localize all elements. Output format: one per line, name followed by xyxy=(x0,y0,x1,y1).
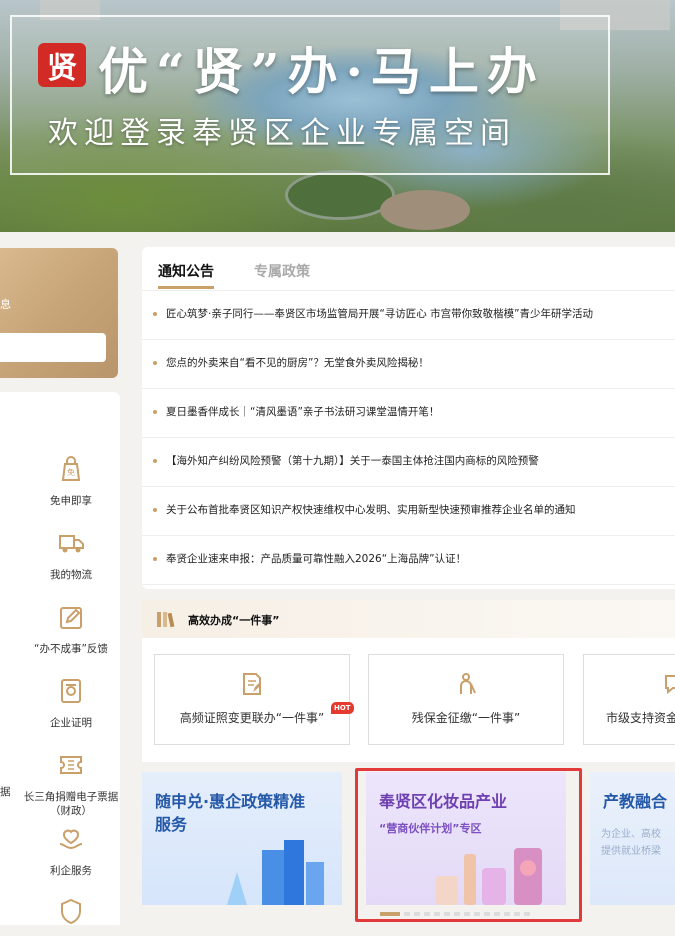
carousel-dot[interactable] xyxy=(464,912,470,916)
park-ring xyxy=(285,170,395,220)
cosmetics-illustration xyxy=(436,848,542,905)
one-thing-card-city-fund[interactable]: 市级支持资金 xyxy=(583,654,675,745)
promo-desc-line2: 提供就业桥梁 xyxy=(601,846,661,857)
service-label: “办不成事”反馈 xyxy=(34,643,108,655)
banner-title: 优“贤”办·马上办 xyxy=(98,42,545,101)
tab-exclusive-policy[interactable]: 专属政策 xyxy=(254,261,310,281)
news-item[interactable]: 夏日墨香伴成长｜“清风墨语”亲子书法研习课堂温情开笔！ xyxy=(142,389,675,438)
promo-industry-education[interactable]: 产教融合 为企业、高校 提供就业桥梁 xyxy=(590,772,675,905)
carousel-dot[interactable] xyxy=(474,912,480,916)
news-title: 夏日墨香伴成长｜“清风墨语”亲子书法研习课堂温情开笔！ xyxy=(166,406,440,418)
service-label: 我的物流 xyxy=(50,569,92,581)
promo-title: 产教融合 xyxy=(603,792,668,811)
carousel-dot[interactable] xyxy=(504,912,510,916)
shield-icon xyxy=(61,898,81,925)
carousel-indicator[interactable] xyxy=(380,912,530,916)
bullet-icon xyxy=(153,508,157,512)
service-label-partial: 据 xyxy=(0,786,11,798)
service-certificate[interactable]: 企业证明 xyxy=(21,676,121,730)
building-illustration xyxy=(227,840,324,905)
service-feedback[interactable]: “办不成事”反馈 xyxy=(21,602,121,656)
card-label: 高频证照变更联办“一件事” xyxy=(179,711,325,725)
promo-title-line2: 服务 xyxy=(155,815,188,834)
bullet-icon xyxy=(153,459,157,463)
bullet-icon xyxy=(153,312,157,316)
service-label: 利企服务 xyxy=(50,865,92,877)
user-card-hint: 息 xyxy=(0,298,11,311)
promo-policy-service[interactable]: 随申兑·惠企政策精准 服务 xyxy=(142,772,342,905)
news-item[interactable]: 匠心筑梦·亲子同行——奉贤区市场监管局开展“寻访匠心 市宫带你致敬楷模”青少年研… xyxy=(142,291,675,340)
bullet-icon xyxy=(153,361,157,365)
certificate-icon xyxy=(61,679,81,703)
service-label: 长三角捐赠电子票据（财政） xyxy=(23,791,119,817)
one-thing-title: 高效办成“一件事” xyxy=(188,614,280,627)
news-title: 奉贤企业速来申报：产品质量可靠性融入2026“上海品牌”认证！ xyxy=(166,553,467,565)
carousel-dot[interactable] xyxy=(524,912,530,916)
one-thing-section: 高效办成“一件事” 高频证照变更联办“一件事” HOT 残保金征缴“一件事” 市… xyxy=(142,600,675,762)
handshake-icon xyxy=(59,829,83,850)
notice-panel: 通知公告 专属政策 匠心筑梦·亲子同行——奉贤区市场监管局开展“寻访匠心 市宫带… xyxy=(142,247,675,589)
park-building xyxy=(380,190,470,230)
carousel-dot-active[interactable] xyxy=(380,912,400,916)
service-label: 企业证明 xyxy=(50,717,92,729)
service-label: 免申即享 xyxy=(50,495,92,507)
carousel-dot[interactable] xyxy=(434,912,440,916)
service-exempt-apply[interactable]: 免 免申即享 xyxy=(21,454,121,508)
promo-cosmetics-industry[interactable]: 奉贤区化妆品产业 “营商伙伴计划”专区 xyxy=(366,772,566,905)
notice-tabs: 通知公告 专属政策 xyxy=(142,247,675,291)
bullet-icon xyxy=(153,557,157,561)
carousel-dot[interactable] xyxy=(494,912,500,916)
ticket-icon xyxy=(60,756,82,774)
carousel-dot[interactable] xyxy=(404,912,410,916)
carousel-dot[interactable] xyxy=(454,912,460,916)
hot-badge: HOT xyxy=(331,702,354,714)
edit-icon xyxy=(60,607,82,629)
promo-title: 奉贤区化妆品产业 xyxy=(379,792,508,811)
svg-text:免: 免 xyxy=(67,467,75,477)
one-thing-header: 高效办成“一件事” xyxy=(142,600,675,638)
hero-banner: 贤 优“贤”办·马上办 欢迎登录奉贤区企业专属空间 xyxy=(0,0,675,232)
tab-notice[interactable]: 通知公告 xyxy=(158,261,214,289)
card-label: 残保金征缴“一件事” xyxy=(411,711,521,725)
card-label: 市级支持资金 xyxy=(606,711,675,725)
books-icon xyxy=(157,612,175,628)
service-more[interactable] xyxy=(21,896,121,936)
person-icon xyxy=(460,673,476,694)
carousel-dot[interactable] xyxy=(414,912,420,916)
carousel-dot[interactable] xyxy=(424,912,430,916)
banner-subtitle: 欢迎登录奉贤区企业专属空间 xyxy=(48,116,516,151)
service-donation-receipt[interactable]: 长三角捐赠电子票据（财政） xyxy=(21,750,121,818)
news-item[interactable]: 奉贤企业速来申报：产品质量可靠性融入2026“上海品牌”认证！ xyxy=(142,536,675,585)
news-item[interactable]: 关于公布首批奉贤区知识产权快速维权中心发明、实用新型快速预审推荐企业名单的通知 xyxy=(142,487,675,536)
news-title: 关于公布首批奉贤区知识产权快速维权中心发明、实用新型快速预审推荐企业名单的通知 xyxy=(166,504,576,516)
carousel-dot[interactable] xyxy=(444,912,450,916)
carousel-dot[interactable] xyxy=(514,912,520,916)
one-thing-card-disability-fund[interactable]: 残保金征缴“一件事” xyxy=(368,654,564,745)
service-enterprise-benefit[interactable]: 利企服务 xyxy=(21,824,121,878)
one-thing-card-license-change[interactable]: 高频证照变更联办“一件事” HOT xyxy=(154,654,354,745)
promo-title-line1: 随申兑·惠企政策精准 xyxy=(155,792,306,811)
news-title: 您点的外卖来自“看不见的厨房”？无堂食外卖风险揭秘！ xyxy=(166,357,429,369)
bullet-icon xyxy=(153,410,157,414)
chat-icon xyxy=(665,675,675,695)
carousel-dot[interactable] xyxy=(484,912,490,916)
news-title: 匠心筑梦·亲子同行——奉贤区市场监管局开展“寻访匠心 市宫带你致敬楷模”青少年研… xyxy=(166,308,594,320)
service-panel: 免 免申即享 我的物流 “办不成事”反馈 企业证明 长三角捐赠电子票据（财政） … xyxy=(0,392,120,925)
news-item[interactable]: 【海外知产纠纷风险预警（第十九期）】关于一泰国主体抢注国内商标的风险预警 xyxy=(142,438,675,487)
truck-icon xyxy=(59,535,84,553)
promo-desc-line1: 为企业、高校 xyxy=(601,829,661,840)
service-logistics[interactable]: 我的物流 xyxy=(21,528,121,582)
news-title: 【海外知产纠纷风险预警（第十九期）】关于一泰国主体抢注国内商标的风险预警 xyxy=(166,455,539,467)
document-edit-icon xyxy=(243,673,261,695)
news-item[interactable]: 您点的外卖来自“看不见的厨房”？无堂食外卖风险揭秘！ xyxy=(142,340,675,389)
login-button[interactable] xyxy=(0,333,106,362)
bag-icon: 免 xyxy=(61,456,81,481)
district-seal-logo: 贤 xyxy=(38,43,86,87)
